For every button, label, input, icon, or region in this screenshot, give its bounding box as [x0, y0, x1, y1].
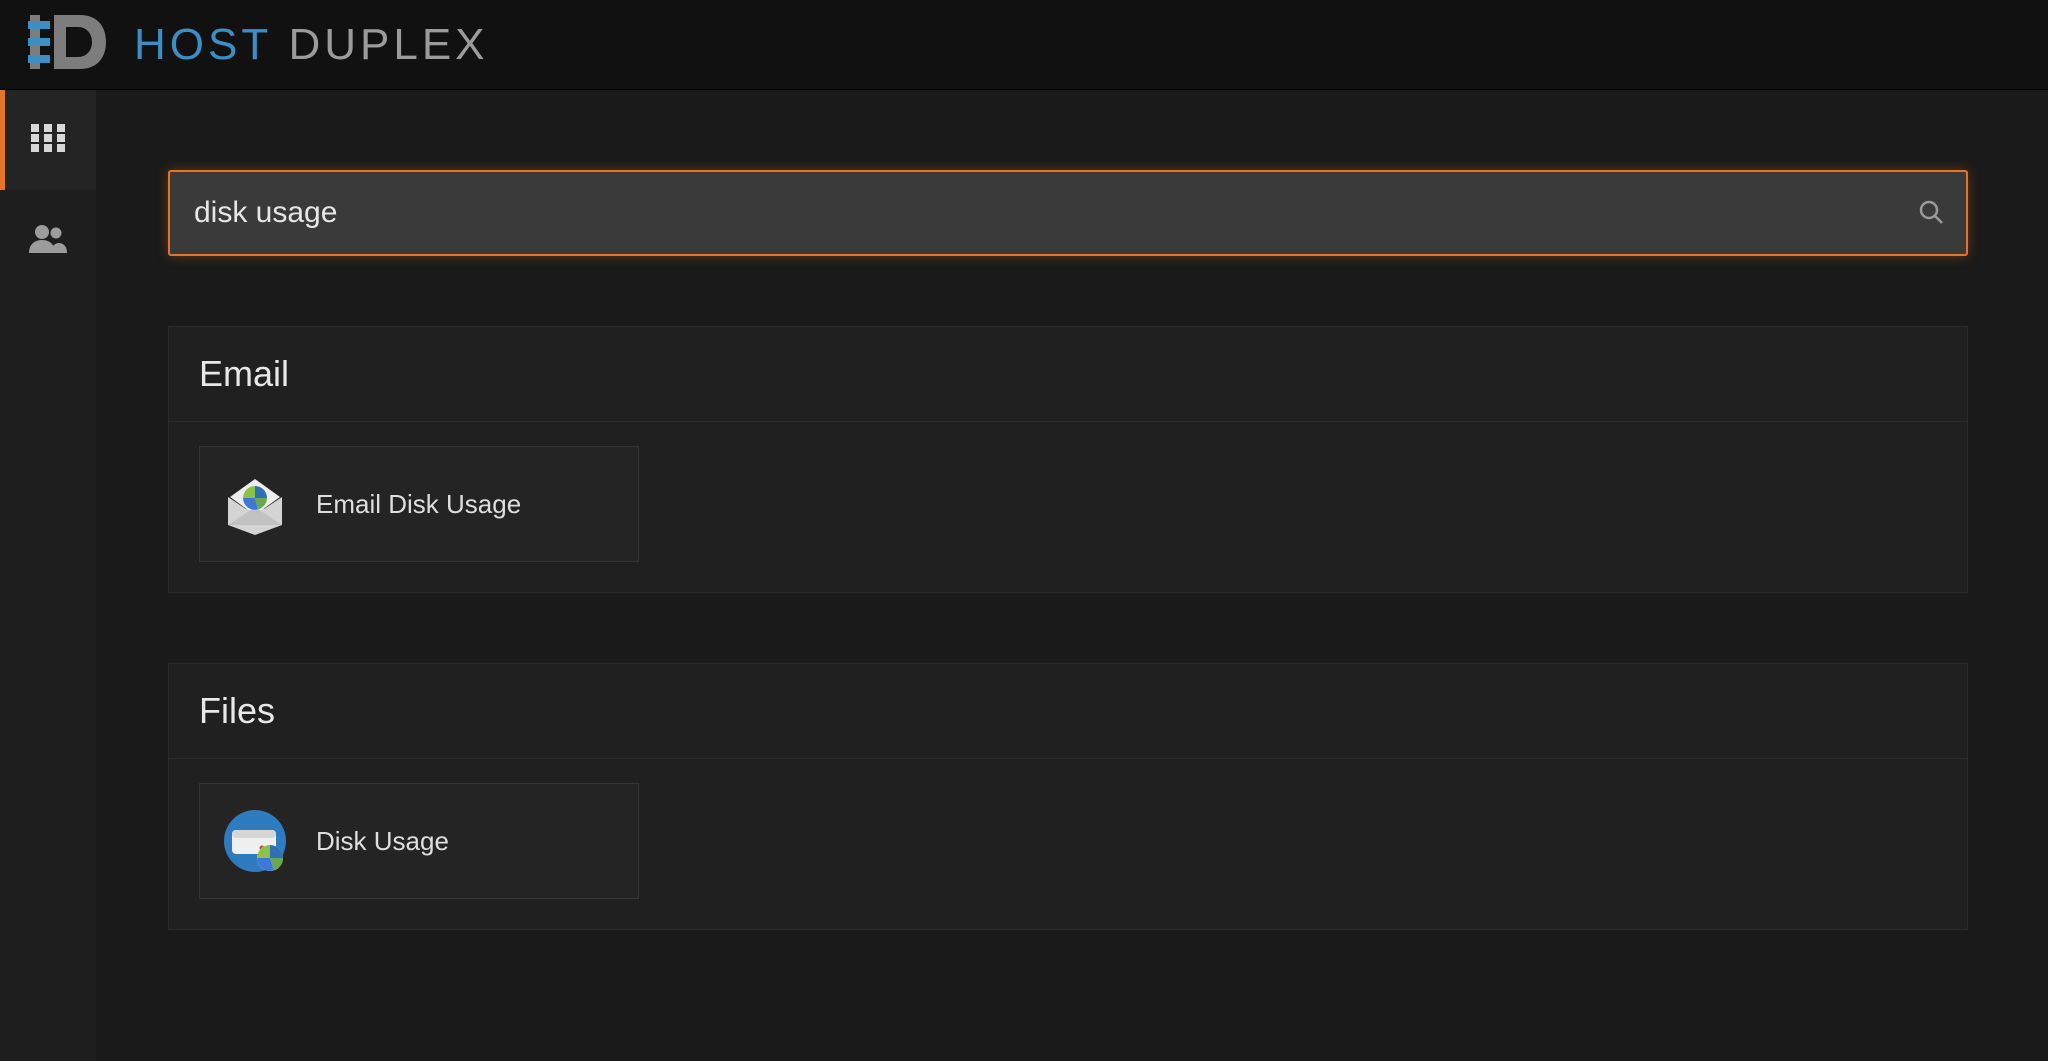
disk-usage-icon	[222, 808, 288, 874]
brand-word-duplex: DUPLEX	[288, 20, 488, 69]
section-files: Files	[168, 663, 1968, 930]
main-content: Email	[96, 90, 2048, 1061]
section-email-title: Email	[169, 327, 1967, 422]
brand-mark-icon	[28, 11, 108, 78]
brand-word-host: HOST	[134, 20, 272, 69]
search-input[interactable]	[170, 172, 1896, 254]
section-email-body: Email Disk Usage	[169, 422, 1967, 592]
section-files-body: Disk Usage	[169, 759, 1967, 929]
tile-email-disk-usage[interactable]: Email Disk Usage	[199, 446, 639, 562]
search-bar[interactable]	[168, 170, 1968, 256]
tile-disk-usage[interactable]: Disk Usage	[199, 783, 639, 899]
top-header: HOST DUPLEX	[0, 0, 2048, 90]
section-email: Email	[168, 326, 1968, 593]
sidebar-item-apps[interactable]	[0, 90, 96, 190]
sidebar-item-users[interactable]	[0, 190, 96, 290]
apps-grid-icon	[31, 124, 65, 157]
section-files-title: Files	[169, 664, 1967, 759]
tile-disk-usage-label: Disk Usage	[316, 826, 449, 857]
search-icon	[1918, 199, 1944, 228]
tile-email-disk-usage-label: Email Disk Usage	[316, 489, 521, 520]
search-button[interactable]	[1896, 172, 1966, 254]
brand-wordmark: HOST DUPLEX	[134, 20, 489, 70]
brand-logo: HOST DUPLEX	[28, 11, 489, 78]
email-disk-usage-icon	[222, 471, 288, 537]
users-icon	[29, 223, 67, 258]
left-sidebar	[0, 90, 96, 1061]
